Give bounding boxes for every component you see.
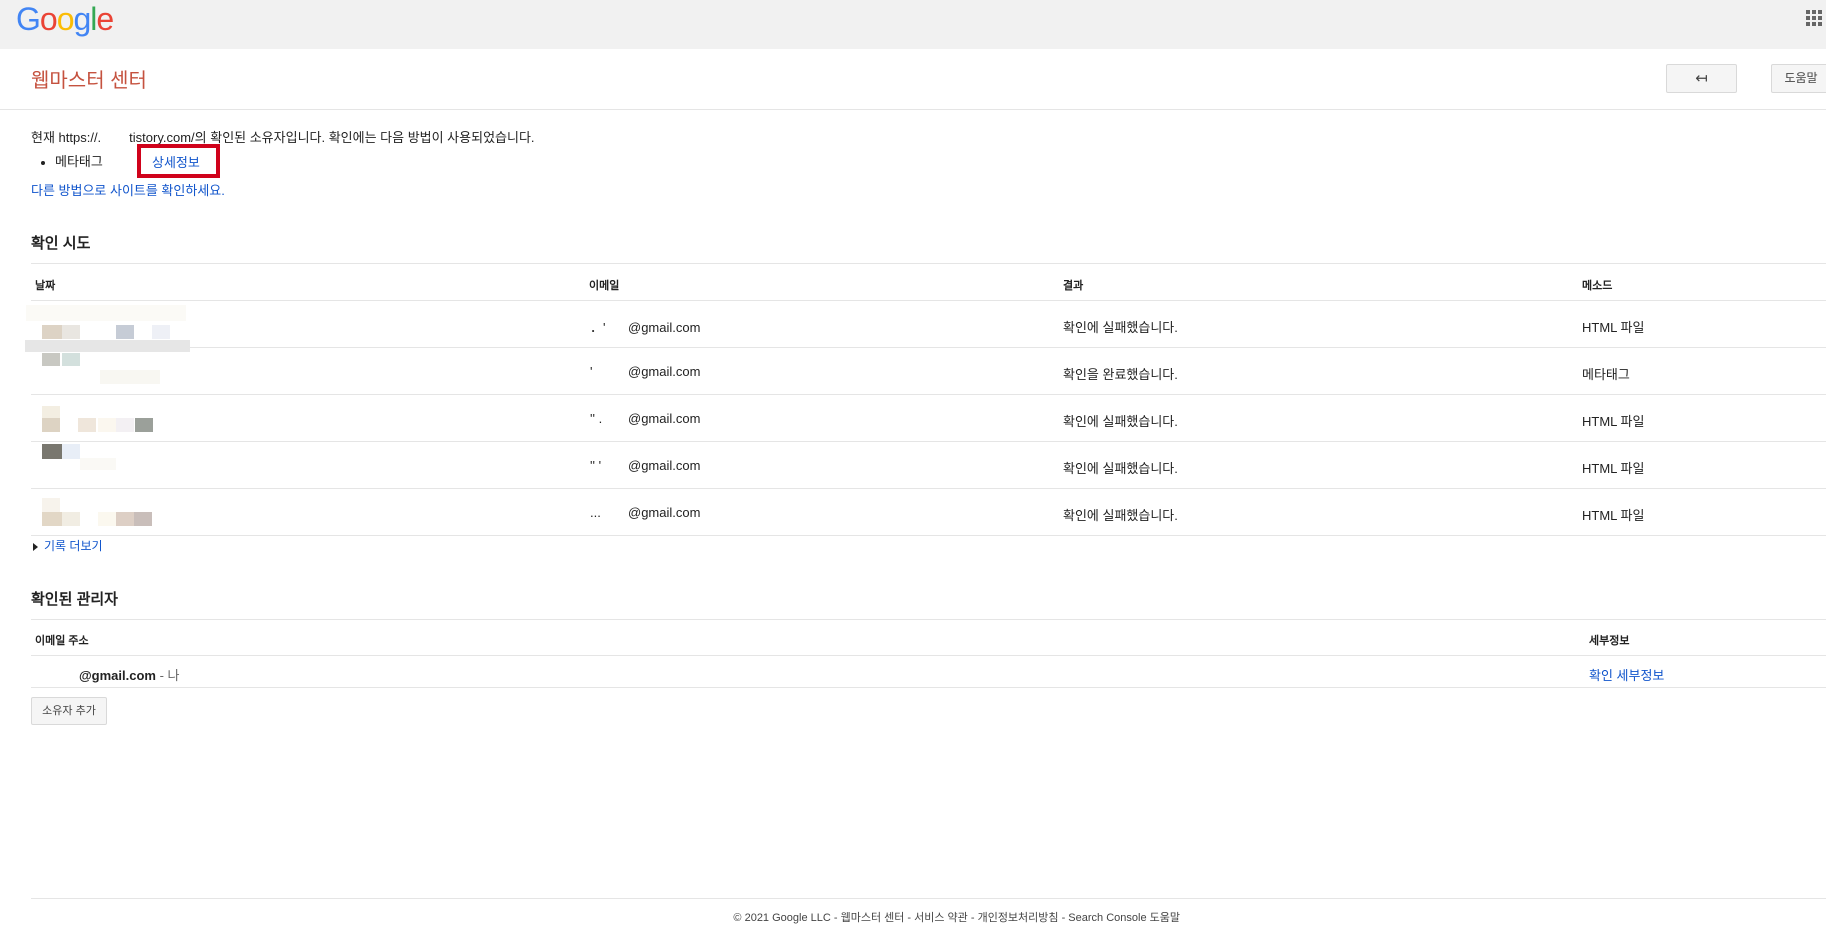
divider: [31, 619, 1826, 620]
divider: [31, 263, 1826, 264]
bullet-icon: [41, 160, 45, 165]
ownership-intro: 현재 https://. tistory.com/의 확인된 소유자입니다. 확인…: [31, 130, 535, 145]
divider: [31, 300, 1826, 301]
owners-section-title: 확인된 관리자: [31, 591, 118, 608]
back-button[interactable]: ↤: [1666, 64, 1737, 93]
verification-method-item: 메타태그: [41, 151, 103, 170]
table-row-email: ' @gmail.com: [590, 364, 701, 379]
table-row-method: HTML 파일: [1582, 414, 1645, 429]
table-row-method: 메타태그: [1582, 367, 1630, 382]
divider: [31, 655, 1826, 656]
attempts-section-title: 확인 시도: [31, 235, 91, 252]
help-button[interactable]: 도움말: [1771, 64, 1826, 93]
col-header-email: 이메일: [589, 280, 620, 292]
table-row-email: ... @gmail.com: [590, 505, 701, 520]
table-row-result: 확인을 완료했습니다.: [1063, 367, 1178, 382]
divider: [31, 687, 1826, 688]
col-header-date: 날짜: [35, 280, 56, 292]
table-row-email: ．' @gmail.com: [590, 320, 701, 335]
page-title: 웹마스터 센터: [31, 70, 147, 92]
table-row-result: 확인에 실패했습니다.: [1063, 508, 1178, 523]
add-owner-button[interactable]: 소유자 추가: [31, 697, 107, 725]
footer-links[interactable]: © 2021 Google LLC - 웹마스터 센터 - 서비스 약관 - 개…: [0, 909, 1180, 925]
table-row-result: 확인에 실패했습니다.: [1063, 461, 1178, 476]
table-row-method: HTML 파일: [1582, 461, 1645, 476]
divider: [31, 535, 1826, 536]
table-row-email: '' ' @gmail.com: [590, 458, 701, 473]
divider: [31, 347, 1826, 348]
table-row-method: HTML 파일: [1582, 320, 1645, 335]
col-header-email-address: 이메일 주소: [35, 635, 89, 647]
show-more-history-link[interactable]: 기록 더보기: [33, 537, 103, 554]
divider: [31, 441, 1826, 442]
table-row-result: 확인에 실패했습니다.: [1063, 320, 1178, 335]
page-header: 웹마스터 센터 ↤ 도움말: [0, 49, 1826, 110]
other-method-link[interactable]: 다른 방법으로 사이트를 확인하세요.: [31, 180, 225, 199]
owner-email: @gmail.com - 나: [79, 668, 180, 683]
top-bar: Google: [0, 0, 1826, 49]
expand-triangle-icon: [33, 542, 38, 551]
table-row-email: '' . @gmail.com: [590, 411, 701, 426]
details-link[interactable]: 상세정보: [152, 152, 200, 171]
table-row-method: HTML 파일: [1582, 508, 1645, 523]
divider: [31, 488, 1826, 489]
col-header-details: 세부정보: [1589, 635, 1630, 647]
col-header-result: 결과: [1063, 280, 1084, 292]
verification-details-link[interactable]: 확인 세부정보: [1589, 665, 1664, 684]
table-row-result: 확인에 실패했습니다.: [1063, 414, 1178, 429]
apps-grid-icon[interactable]: [1806, 10, 1826, 30]
footer-divider: [31, 898, 1826, 899]
google-logo[interactable]: Google: [16, 1, 114, 38]
divider: [31, 394, 1826, 395]
col-header-method: 메소드: [1582, 280, 1613, 292]
